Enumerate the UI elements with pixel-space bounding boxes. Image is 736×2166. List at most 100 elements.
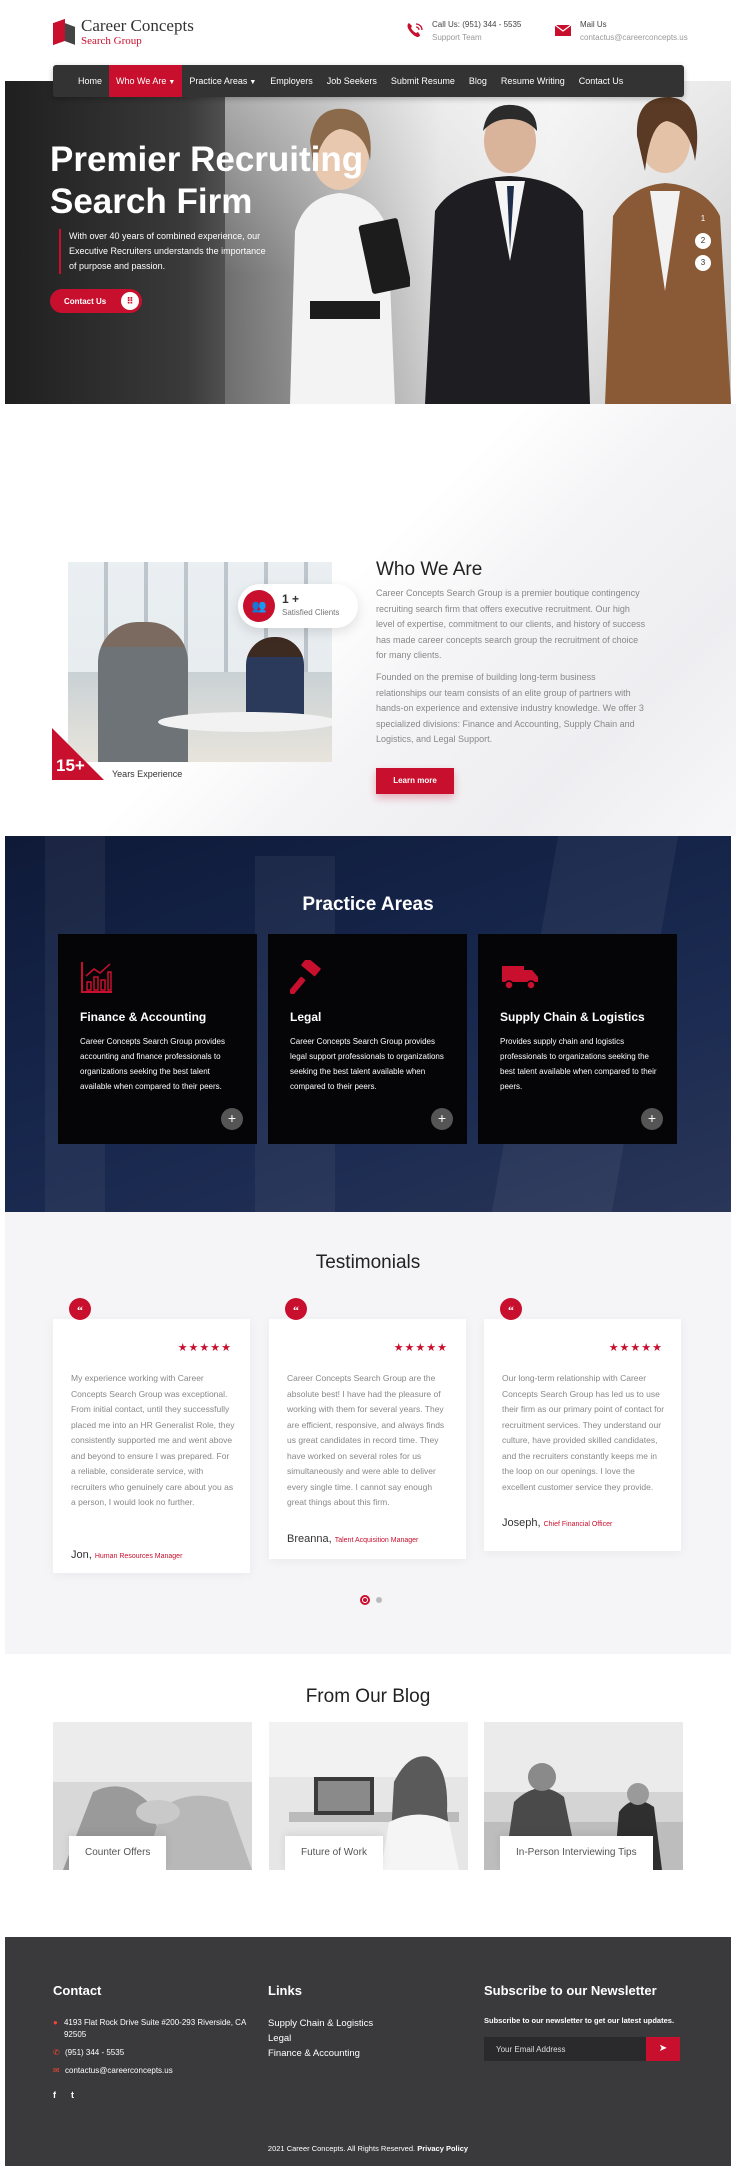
- header-call[interactable]: Call Us: (951) 344 - 5535 Support Team: [406, 20, 521, 42]
- location-icon: ●: [53, 2018, 58, 2027]
- send-button[interactable]: ➤: [646, 2037, 680, 2061]
- experience-label: Years Experience: [112, 769, 183, 779]
- nav-contact-us[interactable]: Contact Us: [572, 65, 631, 97]
- footer-phone[interactable]: ✆ (951) 344 - 5535: [53, 2047, 124, 2059]
- testimonial-text: My experience working with Career Concep…: [71, 1373, 235, 1507]
- site-header: Career Concepts Search Group Call Us: (9…: [0, 0, 736, 64]
- nav-employers[interactable]: Employers: [263, 65, 320, 97]
- footer-contact-title: Contact: [53, 1983, 102, 1998]
- blog-post-title: In-Person Interviewing Tips: [500, 1836, 653, 1870]
- testimonial-card: ★★★★★ Our long-term relationship with Ca…: [484, 1319, 681, 1551]
- blog-post-title: Counter Offers: [69, 1836, 167, 1870]
- satisfied-clients-badge: 👥 1 + Satisfied Clients: [238, 584, 358, 628]
- nav-blog[interactable]: Blog: [462, 65, 494, 97]
- practice-card-legal[interactable]: Legal Career Concepts Search Group provi…: [268, 934, 467, 1144]
- practice-card-title: Finance & Accounting: [80, 1010, 207, 1024]
- testimonials-section: Testimonials ★★★★★ My experience working…: [5, 1212, 731, 1654]
- quote-icon: “: [285, 1298, 307, 1320]
- truck-icon: [502, 966, 538, 990]
- newsletter-email-input[interactable]: [484, 2037, 646, 2061]
- chevron-down-icon: ▼: [249, 79, 257, 86]
- plus-icon[interactable]: +: [221, 1108, 243, 1130]
- slide-dot-1[interactable]: 1: [695, 211, 711, 227]
- copyright: 2021 Career Concepts. All Rights Reserve…: [267, 2144, 469, 2153]
- nav-who-we-are[interactable]: Who We Are ▼: [109, 65, 183, 97]
- who-title: Who We Are: [376, 559, 483, 580]
- grid-icon: ⠿: [121, 292, 139, 310]
- testimonial-author: Joseph, Chief Financial Officer: [502, 1517, 613, 1529]
- footer-email[interactable]: ✉ contactus@careerconcepts.us: [53, 2065, 173, 2077]
- twitter-icon[interactable]: t: [71, 2090, 74, 2100]
- hero-title: Premier Recruiting Search Firm: [50, 140, 364, 221]
- practice-card-finance[interactable]: Finance & Accounting Career Concepts Sea…: [58, 934, 257, 1144]
- practice-card-supply-chain[interactable]: Supply Chain & Logistics Provides supply…: [478, 934, 677, 1144]
- newsletter-subtitle: Subscribe to our newsletter to get our l…: [484, 2016, 675, 2025]
- send-icon: ➤: [658, 2043, 668, 2054]
- main-nav: Home Who We Are ▼ Practice Areas ▼ Employe…: [53, 65, 684, 97]
- slide-dot-2[interactable]: 2: [695, 233, 711, 249]
- hero-man-image: [425, 104, 590, 404]
- testimonial-author: Breanna, Talent Acquisition Manager: [287, 1533, 419, 1545]
- users-icon: 👥: [243, 590, 275, 622]
- testimonial-dot-2[interactable]: [376, 1597, 382, 1603]
- plus-icon[interactable]: +: [641, 1108, 663, 1130]
- hero-description: With over 40 years of combined experienc…: [59, 229, 274, 274]
- footer-link-supply-chain[interactable]: Supply Chain & Logistics: [268, 2018, 373, 2029]
- hero-banner: Premier Recruiting Search Firm With over…: [5, 81, 731, 404]
- experience-count: 15+: [56, 756, 85, 775]
- logo-title: Career Concepts: [81, 16, 194, 35]
- blog-card[interactable]: Future of Work: [269, 1722, 468, 1870]
- rating-stars: ★★★★★: [177, 1342, 232, 1354]
- who-paragraph-1: Career Concepts Search Group is a premie…: [376, 588, 646, 660]
- practice-card-text: Provides supply chain and logistics prof…: [500, 1037, 657, 1091]
- nav-home[interactable]: Home: [71, 65, 109, 97]
- contact-us-button[interactable]: Contact Us ⠿: [50, 289, 142, 313]
- testimonial-dot-1[interactable]: [360, 1595, 370, 1605]
- plus-icon[interactable]: +: [431, 1108, 453, 1130]
- nav-resume-writing[interactable]: Resume Writing: [494, 65, 572, 97]
- rating-stars: ★★★★★: [393, 1342, 448, 1354]
- testimonial-card: ★★★★★ My experience working with Career …: [53, 1319, 250, 1573]
- testimonials-title: Testimonials: [315, 1252, 421, 1273]
- practice-title: Practice Areas: [302, 894, 434, 915]
- clients-label: Satisfied Clients: [282, 608, 340, 617]
- testimonial-pagination: [357, 1595, 385, 1605]
- blog-card[interactable]: In-Person Interviewing Tips: [484, 1722, 683, 1870]
- chevron-down-icon: ▼: [168, 79, 176, 86]
- mail-icon: [554, 24, 572, 36]
- practice-card-text: Career Concepts Search Group provides le…: [290, 1037, 444, 1091]
- practice-card-title: Legal: [290, 1010, 322, 1024]
- mail-icon: ✉: [53, 2066, 60, 2075]
- phone-icon: ✆: [53, 2048, 60, 2057]
- nav-submit-resume[interactable]: Submit Resume: [384, 65, 462, 97]
- page: Career Concepts Search Group Call Us: (9…: [0, 0, 736, 2166]
- mail-sub: contactus@careerconcepts.us: [580, 33, 688, 42]
- logo[interactable]: Career Concepts Search Group: [53, 17, 194, 47]
- site-footer: Contact ● 4193 Flat Rock Drive Suite #20…: [5, 1937, 731, 2166]
- learn-more-button[interactable]: Learn more: [376, 768, 454, 794]
- nav-job-seekers[interactable]: Job Seekers: [320, 65, 384, 97]
- hero-slider-pagination: 1 2 3: [695, 211, 711, 277]
- testimonial-text: Career Concepts Search Group are the abs…: [287, 1373, 445, 1507]
- footer-link-finance[interactable]: Finance & Accounting: [268, 2048, 360, 2059]
- facebook-icon[interactable]: f: [53, 2090, 56, 2100]
- call-sub: Support Team: [432, 33, 482, 42]
- mail-label: Mail Us: [580, 20, 607, 29]
- clients-count: 1 +: [282, 592, 300, 606]
- footer-address: ● 4193 Flat Rock Drive Suite #200-293 Ri…: [53, 2018, 246, 2039]
- who-we-are-section: 👥 1 + Satisfied Clients 15+ Years Experi…: [0, 404, 736, 836]
- nav-practice-areas[interactable]: Practice Areas ▼: [182, 65, 263, 97]
- practice-card-text: Career Concepts Search Group provides ac…: [80, 1037, 225, 1091]
- blog-card[interactable]: Counter Offers: [53, 1722, 252, 1870]
- footer-link-legal[interactable]: Legal: [268, 2033, 291, 2044]
- who-paragraph-2: Founded on the premise of building long-…: [376, 672, 644, 744]
- blog-title: From Our Blog: [305, 1686, 431, 1707]
- call-label: Call Us: (951) 344 - 5535: [432, 20, 522, 29]
- slide-dot-3[interactable]: 3: [695, 255, 711, 271]
- privacy-policy-link[interactable]: Privacy Policy: [417, 2144, 468, 2153]
- practice-card-title: Supply Chain & Logistics: [500, 1010, 645, 1024]
- gavel-icon: [290, 960, 321, 994]
- quote-icon: “: [69, 1298, 91, 1320]
- quote-icon: “: [500, 1298, 522, 1320]
- header-mail[interactable]: Mail Us contactus@careerconcepts.us: [554, 20, 688, 42]
